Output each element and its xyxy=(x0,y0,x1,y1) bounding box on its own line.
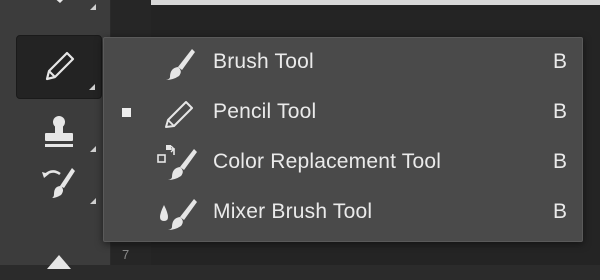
pencil-icon xyxy=(152,93,204,133)
history-brush-icon xyxy=(42,168,75,198)
menu-item-brush-tool[interactable]: Brush Tool B xyxy=(104,38,582,88)
stamp-tool-button[interactable] xyxy=(16,104,102,160)
selection-indicator xyxy=(122,108,131,117)
menu-item-label: Mixer Brush Tool xyxy=(213,200,373,223)
tools-panel xyxy=(0,0,111,269)
mixer-brush-icon xyxy=(152,193,204,233)
paint-bucket-icon xyxy=(56,0,63,3)
menu-item-label: Color Replacement Tool xyxy=(213,150,442,173)
menu-item-shortcut: B xyxy=(553,50,568,73)
clone-stamp-icon xyxy=(45,116,73,147)
pencil-tool-flyout-menu: Brush Tool B Pencil Tool B Color Replace xyxy=(103,37,583,242)
menu-item-pencil-tool[interactable]: Pencil Tool B xyxy=(104,88,582,138)
shape-tool-button[interactable] xyxy=(16,240,102,280)
menu-item-shortcut: B xyxy=(553,150,568,173)
arrow-up-icon xyxy=(47,255,71,269)
menu-item-mixer-brush-tool[interactable]: Mixer Brush Tool B xyxy=(104,188,582,238)
menu-item-label: Pencil Tool xyxy=(213,100,317,123)
menu-item-shortcut: B xyxy=(553,200,568,223)
history-brush-tool-button[interactable] xyxy=(16,156,102,212)
menu-item-label: Brush Tool xyxy=(213,50,314,73)
color-replacement-icon xyxy=(152,143,204,183)
selection-indicator xyxy=(122,208,131,217)
ruler-number: 7 xyxy=(122,247,130,262)
menu-item-shortcut: B xyxy=(553,100,568,123)
canvas-top-edge xyxy=(150,0,600,5)
selection-indicator xyxy=(122,158,131,167)
pencil-icon xyxy=(45,51,75,81)
fill-tool-button[interactable] xyxy=(16,0,102,20)
pencil-tool-button[interactable] xyxy=(16,35,102,99)
menu-item-color-replacement-tool[interactable]: Color Replacement Tool B xyxy=(104,138,582,188)
brush-icon xyxy=(152,43,204,83)
selection-indicator xyxy=(122,58,131,67)
